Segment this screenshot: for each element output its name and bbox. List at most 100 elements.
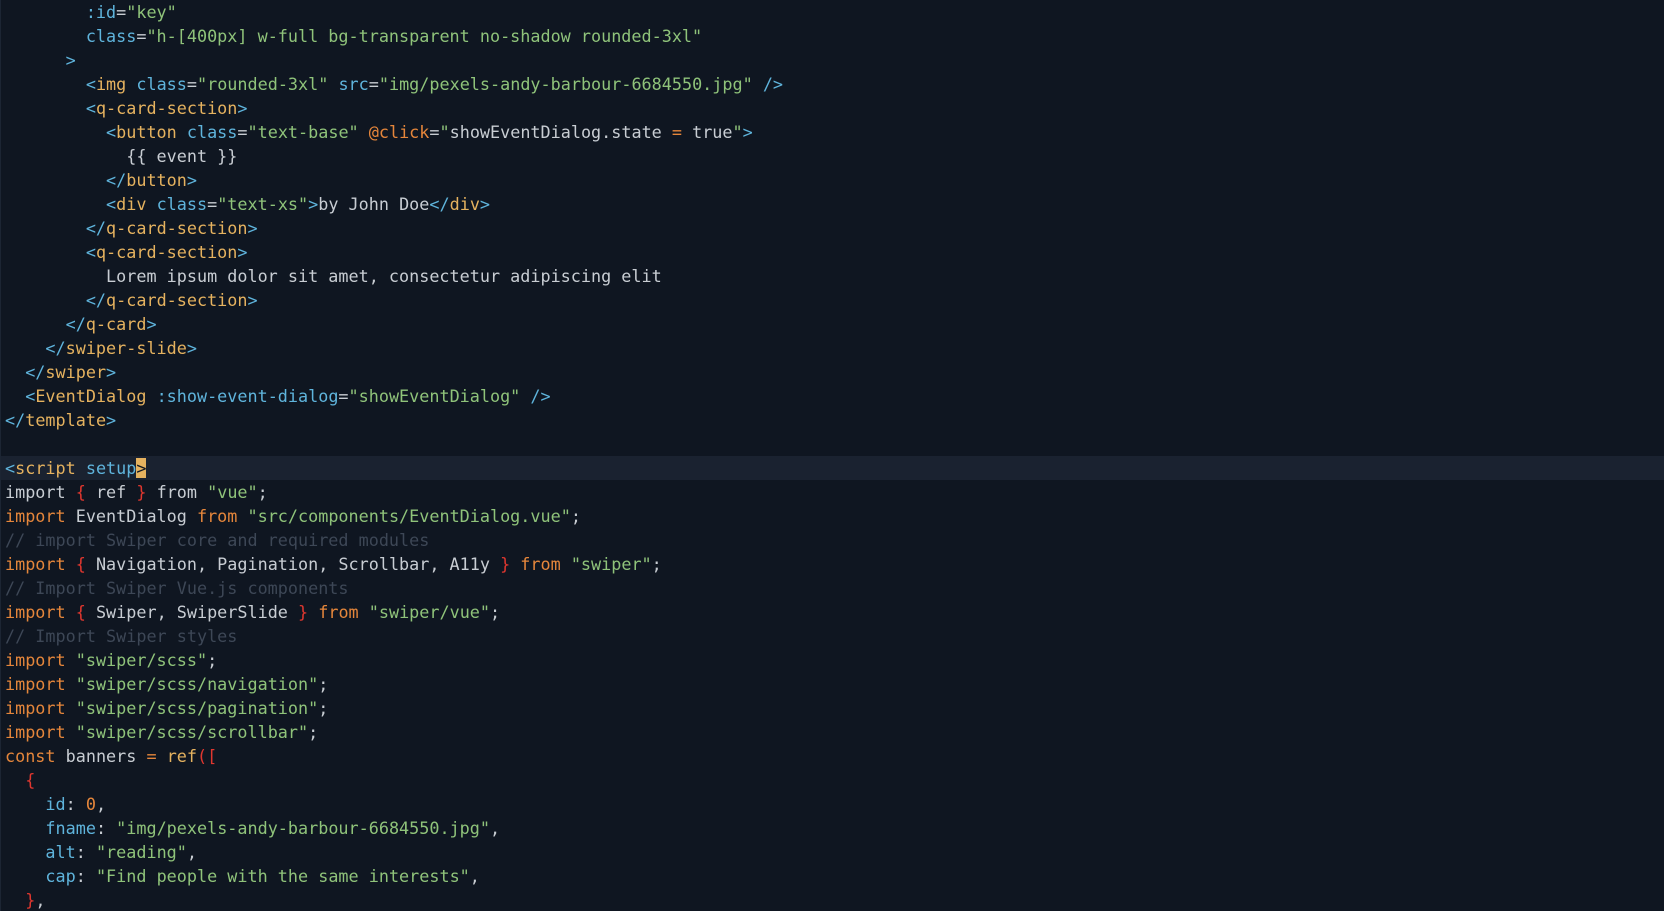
- code-line[interactable]: import "swiper/scss/scrollbar";: [5, 720, 1664, 744]
- code-token: =: [237, 122, 248, 142]
- code-token: class: [186, 122, 238, 142]
- code-token: =: [116, 2, 127, 22]
- code-token: src: [338, 74, 369, 94]
- code-line[interactable]: import "swiper/scss/pagination";: [5, 696, 1664, 720]
- code-token: ;: [318, 674, 329, 694]
- code-line[interactable]: fname: "img/pexels-andy-barbour-6684550.…: [5, 816, 1664, 840]
- code-token: img: [95, 74, 127, 94]
- code-line[interactable]: import "swiper/scss";: [5, 648, 1664, 672]
- code-token: button: [116, 122, 177, 142]
- code-token: ": [732, 122, 743, 142]
- code-token: =: [671, 122, 682, 142]
- code-line[interactable]: </button>: [5, 168, 1664, 192]
- code-token: >: [742, 122, 753, 142]
- code-token: import: [5, 674, 66, 694]
- code-line[interactable]: <EventDialog :show-event-dialog="showEve…: [5, 384, 1664, 408]
- code-token: from: [146, 482, 208, 502]
- code-line[interactable]: </template>: [5, 408, 1664, 432]
- code-line[interactable]: const banners = ref([: [5, 744, 1664, 768]
- code-token: ,: [35, 890, 46, 910]
- code-token: "showEventDialog": [348, 386, 521, 406]
- code-line[interactable]: [5, 432, 1664, 456]
- code-token: ref: [166, 746, 197, 766]
- code-line[interactable]: </q-card>: [5, 312, 1664, 336]
- code-token: q-card-section: [95, 242, 238, 262]
- code-line[interactable]: class="h-[400px] w-full bg-transparent n…: [5, 24, 1664, 48]
- code-token: </: [429, 194, 450, 214]
- code-token: :show-event-dialog: [156, 386, 339, 406]
- code-line[interactable]: id: 0,: [5, 792, 1664, 816]
- code-line[interactable]: <q-card-section>: [5, 240, 1664, 264]
- code-line[interactable]: cap: "Find people with the same interest…: [5, 864, 1664, 888]
- code-line[interactable]: // import Swiper core and required modul…: [5, 528, 1664, 552]
- code-token: {: [75, 602, 86, 622]
- code-line[interactable]: </q-card-section>: [5, 288, 1664, 312]
- code-token: ;: [257, 482, 268, 502]
- code-token: <: [5, 74, 96, 94]
- code-line[interactable]: Lorem ipsum dolor sit amet, consectetur …: [5, 264, 1664, 288]
- code-token: "text-xs": [217, 194, 309, 214]
- code-line[interactable]: </q-card-section>: [5, 216, 1664, 240]
- code-token: </: [5, 218, 107, 238]
- code-token: Navigation, Pagination, Scrollbar, A11y: [85, 554, 501, 574]
- code-line[interactable]: <img class="rounded-3xl" src="img/pexels…: [5, 72, 1664, 96]
- code-line[interactable]: },: [5, 888, 1664, 911]
- code-line[interactable]: <button class="text-base" @click="showEv…: [5, 120, 1664, 144]
- code-token: template: [25, 410, 107, 430]
- code-line[interactable]: <div class="text-xs">by John Doe</div>: [5, 192, 1664, 216]
- code-token: alt: [5, 842, 76, 862]
- code-token: import: [5, 482, 76, 502]
- code-token: swiper-slide: [65, 338, 187, 358]
- code-token: =: [338, 386, 349, 406]
- code-line[interactable]: </swiper>: [5, 360, 1664, 384]
- code-token: "swiper": [570, 554, 652, 574]
- code-line[interactable]: import { Navigation, Pagination, Scrollb…: [5, 552, 1664, 576]
- code-line[interactable]: import EventDialog from "src/components/…: [5, 504, 1664, 528]
- code-token: >: [247, 218, 258, 238]
- code-token: >: [186, 338, 197, 358]
- code-line[interactable]: <script setup>: [1, 456, 1664, 480]
- code-token: >: [186, 170, 197, 190]
- code-line[interactable]: // Import Swiper styles: [5, 624, 1664, 648]
- code-token: </: [5, 170, 127, 190]
- code-editor[interactable]: :id="key" class="h-[400px] w-full bg-tra…: [0, 0, 1664, 911]
- code-token: div: [116, 194, 147, 214]
- code-token: <: [5, 98, 96, 118]
- code-token: "rounded-3xl": [197, 74, 329, 94]
- code-token: :id: [5, 2, 117, 22]
- code-line[interactable]: // Import Swiper Vue.js components: [5, 576, 1664, 600]
- code-line[interactable]: >: [5, 48, 1664, 72]
- code-token: <: [5, 242, 96, 262]
- code-token: </: [5, 338, 66, 358]
- code-token: ;: [490, 602, 501, 622]
- code-token: "swiper/vue": [368, 602, 491, 622]
- code-token: }: [500, 554, 511, 574]
- code-line[interactable]: </swiper-slide>: [5, 336, 1664, 360]
- code-line[interactable]: import { Swiper, SwiperSlide } from "swi…: [5, 600, 1664, 624]
- code-token: =: [186, 74, 197, 94]
- code-token: <: [5, 386, 36, 406]
- code-token: class: [136, 74, 187, 94]
- code-token: ;: [570, 506, 581, 526]
- code-line[interactable]: import "swiper/scss/navigation";: [5, 672, 1664, 696]
- code-token: >: [308, 194, 319, 214]
- code-line[interactable]: <q-card-section>: [5, 96, 1664, 120]
- code-token: :: [65, 794, 86, 814]
- code-token: button: [126, 170, 187, 190]
- code-line[interactable]: {{ event }}: [5, 144, 1664, 168]
- code-token: "text-base": [247, 122, 359, 142]
- code-token: by John Doe: [318, 194, 430, 214]
- code-token: id: [5, 794, 66, 814]
- code-line[interactable]: {: [5, 768, 1664, 792]
- code-line[interactable]: :id="key": [5, 0, 1664, 24]
- code-area[interactable]: :id="key" class="h-[400px] w-full bg-tra…: [1, 0, 1664, 911]
- code-line[interactable]: alt: "reading",: [5, 840, 1664, 864]
- code-line[interactable]: import { ref } from "vue";: [5, 480, 1664, 504]
